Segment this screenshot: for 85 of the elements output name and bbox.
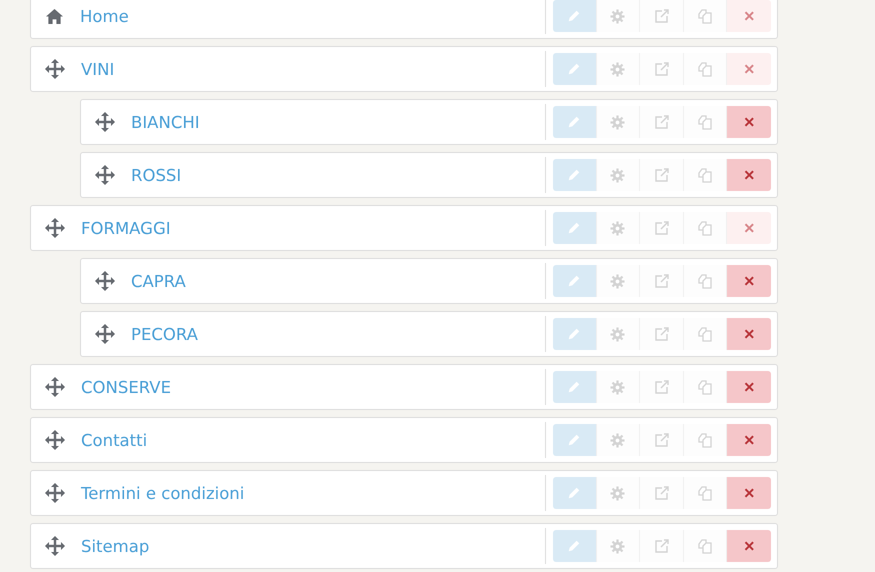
menu-item-link[interactable]: CONSERVE [81, 378, 546, 396]
settings-icon [610, 8, 626, 24]
settings-icon [610, 380, 626, 394]
edit-button[interactable] [553, 159, 597, 191]
settings-icon [610, 432, 626, 448]
external-link-icon [654, 273, 670, 289]
menu-item-link[interactable]: CAPRA [131, 272, 546, 290]
external-link-icon [654, 485, 670, 501]
delete-button[interactable]: × [727, 159, 771, 191]
copy-icon [697, 167, 714, 183]
pencil-icon [567, 62, 582, 76]
move-icon[interactable] [45, 218, 65, 238]
settings-icon [610, 114, 626, 130]
edit-button[interactable] [553, 371, 597, 403]
edit-button[interactable] [553, 53, 597, 85]
delete-button[interactable]: × [727, 530, 771, 562]
pencil-icon [567, 486, 582, 500]
pencil-icon [567, 539, 582, 553]
delete-button[interactable]: × [727, 424, 771, 456]
pencil-icon [567, 274, 582, 288]
move-icon[interactable] [45, 536, 65, 556]
edit-button[interactable] [553, 477, 597, 509]
external-link-icon [654, 8, 670, 24]
external-link-icon [654, 167, 670, 183]
settings-icon [610, 326, 626, 342]
menu-item-link[interactable]: Home [80, 6, 546, 26]
delete-button[interactable]: × [727, 106, 771, 138]
settings-icon [610, 168, 626, 182]
copy-icon [697, 326, 714, 342]
pencil-icon [567, 221, 582, 235]
external-link-icon [654, 220, 670, 236]
settings-icon [610, 220, 626, 236]
pencil-icon [567, 9, 582, 23]
copy-icon [697, 273, 714, 289]
external-link-icon [654, 326, 670, 342]
copy-icon [697, 114, 714, 130]
move-icon[interactable] [45, 430, 65, 450]
external-link-icon [654, 538, 670, 554]
edit-button[interactable] [553, 424, 597, 456]
pencil-icon [567, 115, 582, 129]
menu-item-link[interactable]: ROSSI [131, 166, 546, 184]
menu-item-link[interactable]: VINI [81, 60, 546, 78]
settings-icon [610, 62, 626, 76]
copy-icon [697, 432, 714, 448]
edit-button[interactable] [553, 318, 597, 350]
delete-button[interactable]: × [727, 477, 771, 509]
edit-button[interactable] [553, 530, 597, 562]
menu-item-link[interactable]: Termini e condizioni [81, 484, 546, 502]
copy-icon [697, 220, 714, 236]
pencil-icon [567, 327, 582, 341]
menu-item-link[interactable]: PECORA [131, 324, 546, 344]
pencil-icon [567, 380, 582, 394]
copy-icon [697, 8, 714, 24]
move-icon[interactable] [45, 483, 65, 503]
settings-icon [610, 274, 626, 288]
move-icon[interactable] [95, 271, 115, 291]
menu-item-link[interactable]: Contatti [81, 430, 546, 450]
external-link-icon [654, 432, 670, 448]
external-link-icon [654, 114, 670, 130]
copy-icon [697, 538, 714, 554]
settings-icon [610, 538, 626, 554]
pencil-icon [567, 433, 582, 447]
settings-icon [610, 486, 626, 500]
move-icon[interactable] [95, 165, 115, 185]
move-icon[interactable] [45, 59, 65, 79]
menu-item-link[interactable]: Sitemap [81, 536, 546, 556]
delete-button[interactable]: × [727, 371, 771, 403]
pencil-icon [567, 168, 582, 182]
move-icon[interactable] [95, 324, 115, 344]
external-link-icon [654, 61, 670, 77]
copy-icon [697, 485, 714, 501]
move-icon[interactable] [95, 112, 115, 132]
menu-item-link[interactable]: BIANCHI [131, 112, 546, 132]
menu-item-link[interactable]: FORMAGGI [81, 218, 546, 238]
copy-icon [697, 379, 714, 395]
delete-button[interactable]: × [727, 265, 771, 297]
copy-icon [697, 61, 714, 77]
external-link-icon [654, 379, 670, 395]
move-icon[interactable] [45, 377, 65, 397]
home-icon[interactable] [45, 8, 64, 24]
edit-button[interactable] [553, 212, 597, 244]
delete-button[interactable]: × [727, 318, 771, 350]
edit-button[interactable] [553, 265, 597, 297]
edit-button[interactable] [553, 0, 597, 32]
edit-button[interactable] [553, 106, 597, 138]
